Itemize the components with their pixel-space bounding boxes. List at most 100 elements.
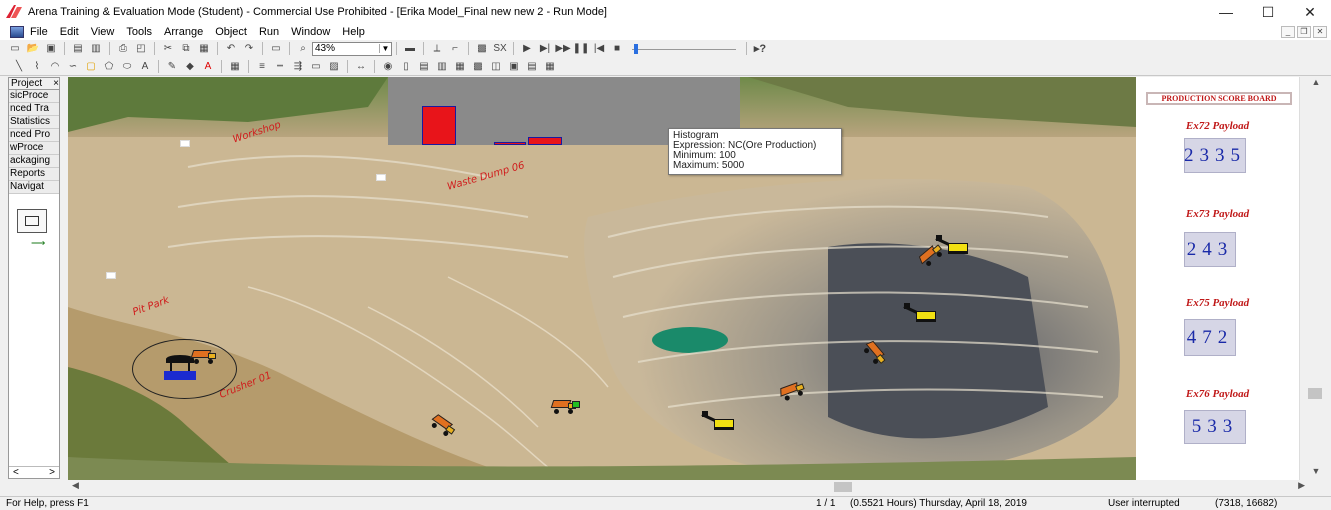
text-tool-icon[interactable]: A	[138, 60, 152, 72]
context-help-icon[interactable]: ▸?	[753, 43, 767, 55]
bezier-tool-icon[interactable]: ∽	[66, 60, 80, 72]
close-button[interactable]: ✕	[1289, 0, 1331, 24]
menu-tools[interactable]: Tools	[126, 26, 152, 38]
date-icon[interactable]: ▥	[435, 60, 449, 72]
nav-left-button[interactable]: <	[13, 467, 19, 478]
menu-object[interactable]: Object	[215, 26, 247, 38]
copy-icon[interactable]: ⧉	[179, 43, 193, 55]
menu-file[interactable]: File	[30, 26, 48, 38]
animation-speed-slider[interactable]	[632, 43, 736, 55]
document-icon[interactable]	[10, 26, 24, 38]
ellipse-tool-icon[interactable]: ⬭	[120, 60, 134, 72]
pause-icon[interactable]: ❚❚	[573, 43, 590, 55]
polyline-tool-icon[interactable]: ⌇	[30, 60, 44, 72]
maximize-button[interactable]: ☐	[1247, 0, 1289, 24]
panel-flow-process[interactable]: wProce	[9, 142, 59, 155]
end-icon[interactable]: ■	[610, 43, 624, 55]
panel-statistics[interactable]: Statistics	[9, 116, 59, 129]
vertical-scrollbar[interactable]: ▲ ▼	[1299, 77, 1331, 480]
cut-icon[interactable]: ✂	[161, 43, 175, 55]
layers-icon[interactable]: ▬	[403, 43, 417, 55]
start-over-icon[interactable]: |◀	[592, 43, 606, 55]
excavator-icon[interactable]	[903, 303, 938, 323]
paste-icon[interactable]: ▦	[197, 43, 211, 55]
line-pattern-icon[interactable]: ▭	[309, 60, 323, 72]
panel-packaging[interactable]: ackaging	[9, 155, 59, 168]
scroll-down-icon[interactable]: ▼	[1300, 466, 1331, 480]
transporter-icon[interactable]: ▦	[543, 60, 557, 72]
save-icon[interactable]: ▣	[44, 43, 58, 55]
menu-run[interactable]: Run	[259, 26, 279, 38]
resource-icon[interactable]: ▣	[507, 60, 521, 72]
print-icon[interactable]: ⎙	[116, 43, 130, 55]
show-dimensions-icon[interactable]: ↔	[354, 60, 368, 72]
mdi-minimize-button[interactable]: _	[1281, 26, 1295, 38]
sim-icon[interactable]: SX	[493, 43, 507, 55]
menu-help[interactable]: Help	[342, 26, 365, 38]
menu-window[interactable]: Window	[291, 26, 330, 38]
plot-icon[interactable]: ◫	[489, 60, 503, 72]
variable-icon[interactable]: ◉	[381, 60, 395, 72]
menu-edit[interactable]: Edit	[60, 26, 79, 38]
horizontal-scroll-thumb[interactable]	[834, 482, 852, 492]
box-tool-icon[interactable]: ▢	[84, 60, 98, 72]
scroll-up-icon[interactable]: ▲	[1300, 77, 1331, 91]
connect-icon[interactable]: ⟂	[430, 43, 444, 55]
excavator-icon[interactable]	[935, 235, 970, 255]
scroll-left-icon[interactable]: ◀	[72, 480, 79, 491]
line-tool-icon[interactable]: ╲	[12, 60, 26, 72]
menu-view[interactable]: View	[91, 26, 115, 38]
arc-tool-icon[interactable]: ◠	[48, 60, 62, 72]
print-preview-icon[interactable]: ◰	[134, 43, 148, 55]
histogram-icon[interactable]: ▩	[471, 60, 485, 72]
arrow-style-icon[interactable]: ⇶	[291, 60, 305, 72]
open-file-icon[interactable]: 📂	[26, 43, 40, 55]
line-color-icon[interactable]: ✎	[165, 60, 179, 72]
text-color-icon[interactable]: A	[201, 60, 215, 72]
panel-reports[interactable]: Reports	[9, 168, 59, 181]
submodel-module-icon[interactable]	[17, 209, 47, 233]
panel-basic-process[interactable]: sicProce	[9, 90, 59, 103]
model-canvas[interactable]: Histogram Expression: NC(Ore Production)…	[68, 77, 1331, 480]
zoom-select[interactable]: 43% ▼	[312, 41, 392, 56]
excavator-icon[interactable]	[701, 411, 736, 431]
level-icon[interactable]: ▯	[399, 60, 413, 72]
clock-icon[interactable]: ▤	[417, 60, 431, 72]
polygon-tool-icon[interactable]: ⬠	[102, 60, 116, 72]
tooltip-maximum: Maximum: 5000	[673, 160, 745, 171]
panel-advanced-process[interactable]: nced Pro	[9, 129, 59, 142]
background-color-icon[interactable]: ▦	[228, 60, 242, 72]
new-file-icon[interactable]: ▭	[8, 43, 22, 55]
go-icon[interactable]: ▶	[520, 43, 534, 55]
scroll-right-icon[interactable]: ▶	[1298, 480, 1305, 491]
view-region-icon[interactable]: ▭	[269, 43, 283, 55]
menu-arrange[interactable]: Arrange	[164, 26, 203, 38]
mdi-close-button[interactable]: ✕	[1313, 26, 1327, 38]
global-icon[interactable]: ▤	[525, 60, 539, 72]
panel-advanced-transfer[interactable]: nced Tra	[9, 103, 59, 116]
station-marker	[106, 272, 116, 279]
redo-icon[interactable]: ↷	[242, 43, 256, 55]
haul-truck-icon[interactable]	[190, 347, 218, 364]
horizontal-scrollbar[interactable]: ◀ ▶	[68, 480, 1309, 494]
step-icon[interactable]: ▶|	[538, 43, 552, 55]
line-width-icon[interactable]: ≡	[255, 60, 269, 72]
zoom-icon[interactable]: ⌕	[296, 43, 310, 55]
template-detach-icon[interactable]: ▥	[89, 43, 103, 55]
haul-truck-loaded-icon[interactable]	[550, 397, 580, 414]
submodel-icon[interactable]: ▩	[475, 43, 489, 55]
queue-icon[interactable]: ▦	[453, 60, 467, 72]
line-style-icon[interactable]: ┅	[273, 60, 287, 72]
smart-connect-icon[interactable]: ⌐	[448, 43, 462, 55]
undo-icon[interactable]: ↶	[224, 43, 238, 55]
nav-right-button[interactable]: >	[49, 467, 55, 478]
fill-color-icon[interactable]: ◆	[183, 60, 197, 72]
template-attach-icon[interactable]: ▤	[71, 43, 85, 55]
fast-forward-icon[interactable]: ▶▶	[555, 43, 570, 55]
project-bar-close-icon[interactable]: ×	[53, 78, 59, 89]
vertical-scroll-thumb[interactable]	[1308, 388, 1322, 399]
mdi-restore-button[interactable]: ❐	[1297, 26, 1311, 38]
fill-pattern-icon[interactable]: ▨	[327, 60, 341, 72]
panel-navigate[interactable]: Navigat	[9, 181, 59, 194]
minimize-button[interactable]: —	[1205, 0, 1247, 24]
